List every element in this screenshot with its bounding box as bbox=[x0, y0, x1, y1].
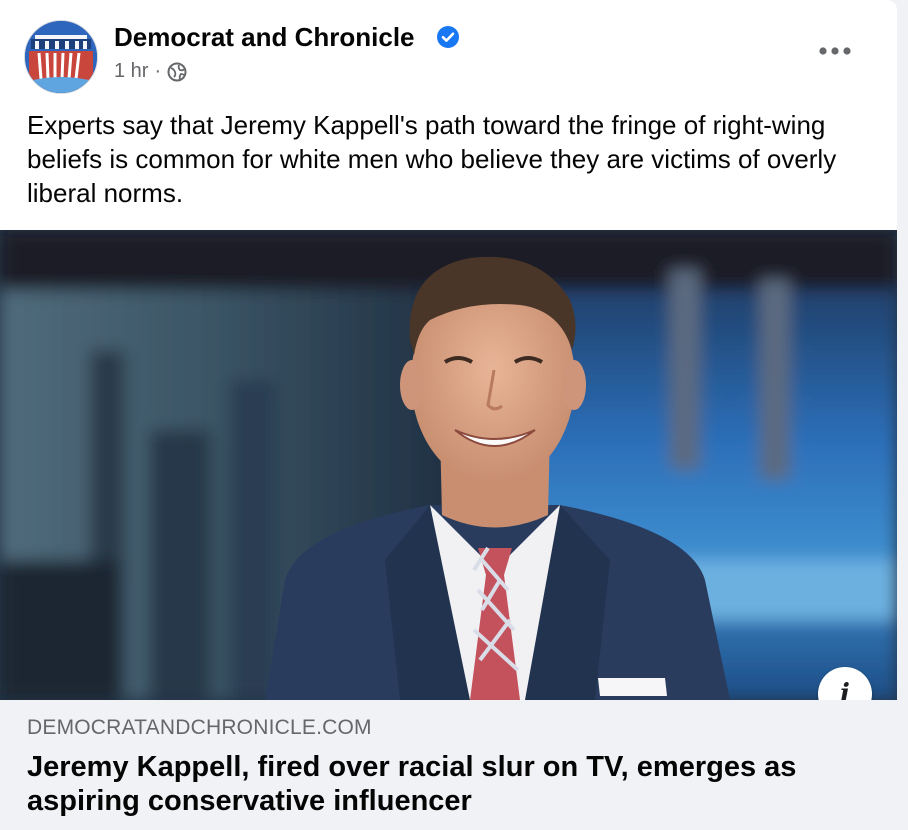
verified-badge-icon bbox=[437, 26, 459, 48]
more-options-icon bbox=[819, 47, 851, 55]
page-name[interactable]: Democrat and Chronicle bbox=[114, 22, 415, 53]
link-domain: DEMOCRATANDCHRONICLE.COM bbox=[27, 716, 372, 739]
link-title[interactable]: Jeremy Kappell, fired over racial slur o… bbox=[27, 750, 867, 818]
facebook-post: Democrat and Chronicle 1 hr · Experts sa… bbox=[0, 0, 897, 830]
news-anchor-photo bbox=[0, 230, 897, 700]
link-preview-box[interactable]: DEMOCRATANDCHRONICLE.COM Jeremy Kappell,… bbox=[0, 700, 897, 830]
post-message: Experts say that Jeremy Kappell's path t… bbox=[27, 110, 837, 208]
meta-separator: · bbox=[154, 60, 162, 82]
page-avatar[interactable] bbox=[24, 20, 98, 94]
link-preview-image[interactable] bbox=[0, 230, 897, 700]
post-timestamp[interactable]: 1 hr bbox=[114, 60, 148, 83]
globe-icon[interactable] bbox=[167, 62, 187, 82]
page-logo bbox=[25, 21, 97, 93]
post-meta: 1 hr · bbox=[114, 60, 187, 83]
more-options-button[interactable] bbox=[812, 33, 858, 69]
